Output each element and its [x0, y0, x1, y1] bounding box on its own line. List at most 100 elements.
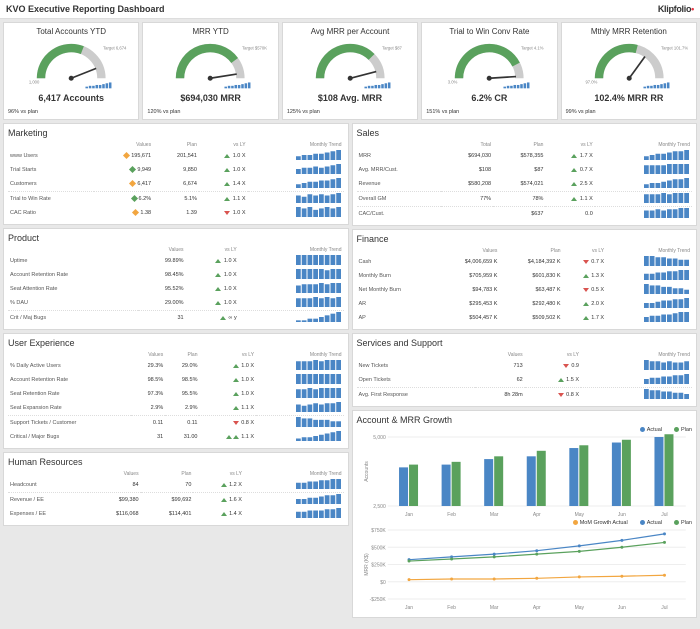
hr-section: Human Resources ValuesPlanvs LYMonthly T… [3, 452, 349, 526]
svg-text:1,000: 1,000 [29, 79, 40, 84]
page-title: KVO Executive Reporting Dashboard [6, 4, 165, 14]
svg-text:Target 4.1%: Target 4.1% [521, 46, 544, 51]
gauge-title: Avg MRR per Account [287, 27, 413, 36]
gauge-icon: Target $87 [287, 38, 413, 90]
sparkline-icon [296, 417, 342, 427]
sales-section: Sales TotalPlanvs LYMonthly TrendMRR$694… [352, 123, 698, 226]
gauge-title: Total Accounts YTD [8, 27, 134, 36]
table-row: % DAU29.00% 1.0 X [8, 296, 344, 311]
sparkline-icon [296, 297, 342, 307]
sparkline-icon [296, 312, 342, 322]
table-row: Revenue$580,208$574,021 2.5 X [357, 177, 693, 192]
table-row: Open Tickets62 1.5 X [357, 373, 693, 388]
gauge-card: Total Accounts YTD Target 6,674 1,000 6,… [3, 22, 139, 120]
header: KVO Executive Reporting Dashboard Klipfo… [0, 0, 700, 19]
sparkline-icon [296, 508, 342, 518]
finance-section: Finance ValuesPlanvs LYMonthly TrendCash… [352, 229, 698, 330]
table-row: Seat Attention Rate95.52% 1.0 X [8, 282, 344, 296]
gauge-value: $694,030 MRR [147, 93, 273, 103]
sparkline-icon [296, 402, 342, 412]
table-row: Account Retention Rate98.45% 1.0 X [8, 268, 344, 282]
sparkline-icon [296, 150, 342, 160]
sparkline-icon [644, 312, 690, 322]
right-column: Sales TotalPlanvs LYMonthly TrendMRR$694… [352, 123, 698, 618]
sparkline-icon [644, 360, 690, 370]
sparkline-icon [644, 193, 690, 203]
table-row: Crit / Maj Bugs31 ∞ y [8, 311, 344, 326]
svg-text:Target $87: Target $87 [382, 46, 402, 51]
sparkline-icon [644, 256, 690, 266]
table-row: Customers6,4176,674 1.4 X [8, 177, 344, 192]
product-section: Product Valuesvs LYMonthly TrendUptime99… [3, 228, 349, 330]
vs-plan: 151% vs plan [426, 109, 459, 115]
table-row: Expenses / EE$116,068$114,401 1.4 X [8, 507, 344, 521]
sparkline-icon [296, 360, 342, 370]
svg-text:MRR (K$): MRR (K$) [363, 553, 369, 576]
table-row: Overall GM77%78% 1.1 X [357, 192, 693, 207]
svg-text:Target 101.7%: Target 101.7% [661, 46, 688, 51]
svg-text:Jan: Jan [405, 605, 413, 611]
gauge-row: Total Accounts YTD Target 6,674 1,000 6,… [0, 19, 700, 123]
gauge-card: Avg MRR per Account Target $87 $108 Avg.… [282, 22, 418, 120]
svg-text:Jun: Jun [617, 512, 625, 518]
section-title: Services and Support [357, 338, 693, 348]
table-row: Avg. First Response8h 28m 0.8 X [357, 388, 693, 403]
section-title: Product [8, 233, 344, 243]
table-row: Headcount8470 1.2 X [8, 478, 344, 493]
sparkline-icon [644, 164, 690, 174]
svg-text:Mar: Mar [489, 605, 498, 611]
gauge-value: $108 Avg. MRR [287, 93, 413, 103]
sparkline-icon [296, 374, 342, 384]
table-row: New Tickets713 0.9 [357, 359, 693, 373]
svg-text:Feb: Feb [447, 605, 456, 611]
sparkline-icon [644, 208, 690, 218]
gauge-title: Trial to Win Conv Rate [426, 27, 552, 36]
table-row: CAC Ratio1.381.39 1.0 X [8, 206, 344, 220]
table-row: Cash$4,006,659 K$4,184,392 K 0.7 X [357, 255, 693, 269]
sparkline-icon [644, 150, 690, 160]
gauge-value: 102.4% MRR RR [566, 93, 692, 103]
sparkline-icon [296, 494, 342, 504]
svg-text:Jun: Jun [617, 605, 625, 611]
svg-text:$250K: $250K [371, 563, 386, 569]
svg-text:Jul: Jul [661, 605, 667, 611]
left-column: Marketing ValuesPlanvs LYMonthly Trendww… [3, 123, 349, 618]
gauge-icon: Target 101.7% 97.0% [566, 38, 692, 90]
table-row: AP$504,457 K$509,502 K 1.7 X [357, 311, 693, 325]
gauge-icon: Target 4.1% 3.0% [426, 38, 552, 90]
sparkline-icon [296, 164, 342, 174]
svg-text:May: May [574, 605, 584, 611]
sparkline-icon [296, 479, 342, 489]
table-row: Trial Starts9,9499,850 1.0 X [8, 163, 344, 177]
svg-text:Target 6,674: Target 6,674 [103, 46, 127, 51]
table-row: MRR$694,030$578,355 1.7 X [357, 149, 693, 163]
gauge-value: 6.2% CR [426, 93, 552, 103]
logo: Klipfolio• [658, 4, 694, 14]
section-title: Marketing [8, 128, 344, 138]
section-title: User Experience [8, 338, 344, 348]
sparkline-icon [296, 431, 342, 441]
svg-text:Mar: Mar [489, 512, 498, 518]
gauge-icon: Target $570K [147, 38, 273, 90]
table-row: AR$295,453 K$292,480 K 2.0 X [357, 297, 693, 311]
table-row: Critical / Major Bugs3131.00 1.1 X [8, 430, 344, 444]
mrr-growth-line-chart: -$250K$0$250K$500K$750KMRR (K$)JanFebMar… [357, 526, 693, 611]
svg-text:Apr: Apr [532, 512, 540, 518]
sparkline-icon [296, 388, 342, 398]
table-row: www Users195,671201,541 1.0 X [8, 149, 344, 163]
svg-text:Accounts: Accounts [363, 461, 369, 482]
svg-text:2,500: 2,500 [373, 504, 386, 510]
section-title: Human Resources [8, 457, 344, 467]
sparkline-icon [296, 178, 342, 188]
table-row: Revenue / EE$99,380$99,692 1.6 X [8, 493, 344, 508]
vs-plan: 99% vs plan [566, 109, 596, 115]
sparkline-icon [644, 270, 690, 280]
sparkline-icon [296, 193, 342, 203]
sparkline-icon [296, 283, 342, 293]
table-row: Seat Retention Rate97.3%95.5% 1.0 X [8, 387, 344, 401]
sparkline-icon [644, 178, 690, 188]
gauge-card: MRR YTD Target $570K $694,030 MRR 120% v… [142, 22, 278, 120]
svg-text:Jan: Jan [405, 512, 413, 518]
marketing-section: Marketing ValuesPlanvs LYMonthly Trendww… [3, 123, 349, 225]
sparkline-icon [644, 389, 690, 399]
